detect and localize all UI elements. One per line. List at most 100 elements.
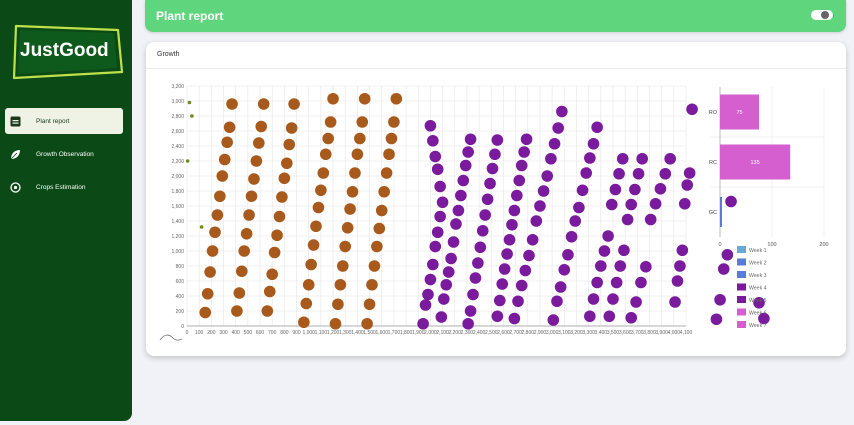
orange-point bbox=[283, 138, 296, 151]
purple-point bbox=[534, 200, 546, 212]
x-tick-label: 2,000 bbox=[424, 330, 437, 336]
purple-point bbox=[664, 152, 676, 165]
purple-point bbox=[447, 236, 460, 248]
purple-point bbox=[552, 122, 565, 134]
x-tick-label: 1,000 bbox=[302, 330, 315, 336]
orange-point bbox=[261, 305, 274, 317]
purple-point bbox=[434, 180, 446, 193]
x-tick-label: 3,100 bbox=[558, 330, 571, 336]
orange-point bbox=[319, 148, 332, 161]
orange-point bbox=[375, 204, 388, 217]
bar-category-label: RC bbox=[709, 160, 717, 166]
purple-point bbox=[472, 257, 484, 269]
purple-point bbox=[442, 266, 455, 278]
orange-point bbox=[378, 185, 390, 198]
target-icon bbox=[9, 181, 22, 194]
x-tick-label: 3,500 bbox=[607, 330, 620, 336]
purple-point bbox=[591, 121, 603, 134]
purple-point bbox=[565, 230, 578, 243]
orange-point bbox=[216, 170, 229, 182]
orange-point bbox=[263, 285, 276, 298]
purple-point bbox=[537, 185, 550, 197]
orange-point bbox=[349, 167, 361, 179]
purple-point bbox=[431, 226, 444, 239]
purple-point bbox=[436, 196, 449, 209]
purple-point bbox=[434, 210, 446, 223]
purple-point bbox=[636, 152, 648, 165]
bar-gc bbox=[720, 197, 722, 227]
purple-point bbox=[548, 137, 561, 150]
purple-point bbox=[479, 209, 491, 221]
purple-point bbox=[438, 293, 450, 305]
y-tick-label: 1,200 bbox=[171, 234, 184, 240]
orange-point bbox=[344, 203, 356, 215]
olive-point bbox=[190, 114, 194, 118]
orange-point bbox=[255, 120, 268, 133]
x-tick-label: 1,100 bbox=[315, 330, 328, 336]
orange-point bbox=[248, 173, 260, 185]
x-tick-label: 3,200 bbox=[570, 330, 583, 336]
orange-point bbox=[317, 167, 330, 179]
legend-item: Week 4 bbox=[749, 286, 767, 292]
orange-point bbox=[285, 122, 298, 134]
x-tick-label: 2,600 bbox=[497, 330, 510, 336]
purple-point bbox=[659, 167, 672, 180]
leaf-icon bbox=[9, 148, 22, 161]
purple-point bbox=[452, 204, 465, 217]
x-tick-label: 3,900 bbox=[655, 330, 668, 336]
purple-point bbox=[640, 260, 652, 273]
brand-logo[interactable]: JustGood bbox=[10, 22, 124, 89]
purple-point bbox=[464, 133, 477, 146]
x-tick-label: 900 bbox=[292, 330, 301, 336]
theme-toggle[interactable]: Light bbox=[811, 10, 834, 20]
orange-point bbox=[334, 278, 347, 291]
orange-point bbox=[339, 240, 352, 253]
x-tick-label: 1,600 bbox=[375, 330, 388, 336]
x-tick-label: 2,700 bbox=[509, 330, 522, 336]
purple-point bbox=[464, 305, 477, 317]
sidebar-item-label: Growth Observation bbox=[36, 150, 94, 158]
purple-point bbox=[644, 213, 657, 226]
toggle-track bbox=[811, 10, 834, 20]
orange-point bbox=[305, 258, 317, 271]
orange-point bbox=[266, 268, 278, 281]
orange-point bbox=[238, 245, 251, 257]
sidebar-item-crops-estimation[interactable]: Crops Estimation bbox=[5, 174, 123, 200]
x-tick-label: 400 bbox=[232, 330, 241, 336]
sidebar-item-growth-observation[interactable]: Growth Observation bbox=[5, 141, 123, 167]
purple-point bbox=[714, 293, 726, 306]
orange-point bbox=[371, 240, 383, 253]
orange-point bbox=[231, 305, 243, 317]
orange-point bbox=[276, 191, 288, 203]
zoom-icon[interactable] bbox=[159, 334, 183, 341]
legend-item: Week 3 bbox=[749, 273, 767, 279]
y-tick-label: 2,800 bbox=[171, 114, 184, 120]
orange-point bbox=[211, 209, 224, 221]
bar-data-label: 75 bbox=[736, 110, 742, 116]
x-tick-label: 1,700 bbox=[388, 330, 401, 336]
x-tick-label: 700 bbox=[268, 330, 277, 336]
orange-point bbox=[209, 226, 221, 239]
x-tick-label: 800 bbox=[280, 330, 289, 336]
toggle-knob bbox=[821, 11, 830, 19]
y-tick-label: 2,400 bbox=[171, 144, 184, 150]
purple-point bbox=[422, 288, 434, 301]
orange-point bbox=[250, 155, 263, 167]
purple-point bbox=[491, 310, 504, 323]
orange-point bbox=[315, 184, 327, 197]
orange-point bbox=[240, 227, 253, 240]
orange-point bbox=[218, 153, 231, 166]
legend-swatch bbox=[737, 283, 746, 291]
orange-point bbox=[271, 229, 283, 242]
x-tick-label: 3,600 bbox=[619, 330, 632, 336]
purple-point bbox=[424, 119, 437, 132]
purple-point bbox=[518, 146, 530, 158]
purple-point bbox=[556, 105, 568, 118]
purple-point bbox=[450, 218, 462, 230]
purple-point bbox=[545, 152, 557, 165]
purple-point bbox=[591, 276, 603, 289]
purple-point bbox=[678, 197, 691, 210]
bar-x-tick-label: 0 bbox=[718, 242, 721, 248]
legend-item: Week 6 bbox=[749, 311, 767, 317]
sidebar-item-plant-report[interactable]: Plant report bbox=[5, 108, 123, 134]
